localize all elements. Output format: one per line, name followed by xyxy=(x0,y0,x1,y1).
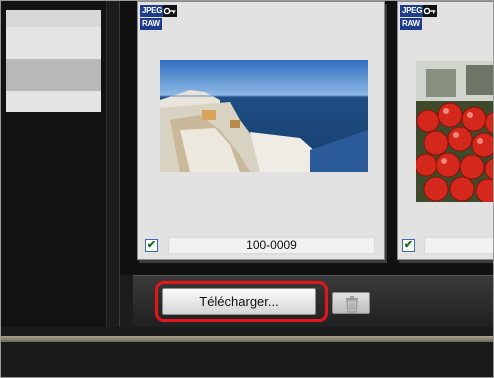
file-name-label xyxy=(424,237,493,254)
folder-item[interactable] xyxy=(6,10,101,27)
thumbnail-grid: JPEG RAW ✔ 100-0009 JPEG RAW ✔ xyxy=(120,1,493,275)
jpeg-badge: JPEG xyxy=(400,5,425,17)
jpeg-badge: JPEG xyxy=(140,5,165,17)
raw-badge: RAW xyxy=(140,18,162,30)
jpeg-raw-badge: JPEG RAW xyxy=(140,5,177,31)
photo-santorini xyxy=(160,60,368,172)
status-area xyxy=(1,327,493,377)
folder-tree-panel xyxy=(1,1,107,327)
select-checkbox[interactable]: ✔ xyxy=(402,239,415,252)
delete-button[interactable] xyxy=(332,292,370,314)
jpeg-raw-badge: JPEG RAW xyxy=(400,5,437,31)
annotation-highlight xyxy=(155,281,328,322)
folder-item[interactable] xyxy=(6,27,101,59)
app-window: JPEG RAW ✔ 100-0009 JPEG RAW ✔ Télécharg… xyxy=(0,0,494,378)
protect-key-icon xyxy=(423,5,437,17)
folder-item-selected[interactable] xyxy=(6,59,101,91)
photo-tomatoes xyxy=(416,61,493,202)
progress-divider xyxy=(1,336,493,342)
thumbnail-card[interactable]: JPEG RAW xyxy=(137,1,385,260)
file-name-label: 100-0009 xyxy=(168,237,375,254)
raw-badge: RAW xyxy=(400,18,422,30)
select-checkbox[interactable]: ✔ xyxy=(145,239,158,252)
thumbnail-card[interactable]: JPEG RAW xyxy=(397,1,493,260)
trash-icon xyxy=(346,296,358,313)
folder-item[interactable] xyxy=(6,91,101,112)
protect-key-icon xyxy=(163,5,177,17)
